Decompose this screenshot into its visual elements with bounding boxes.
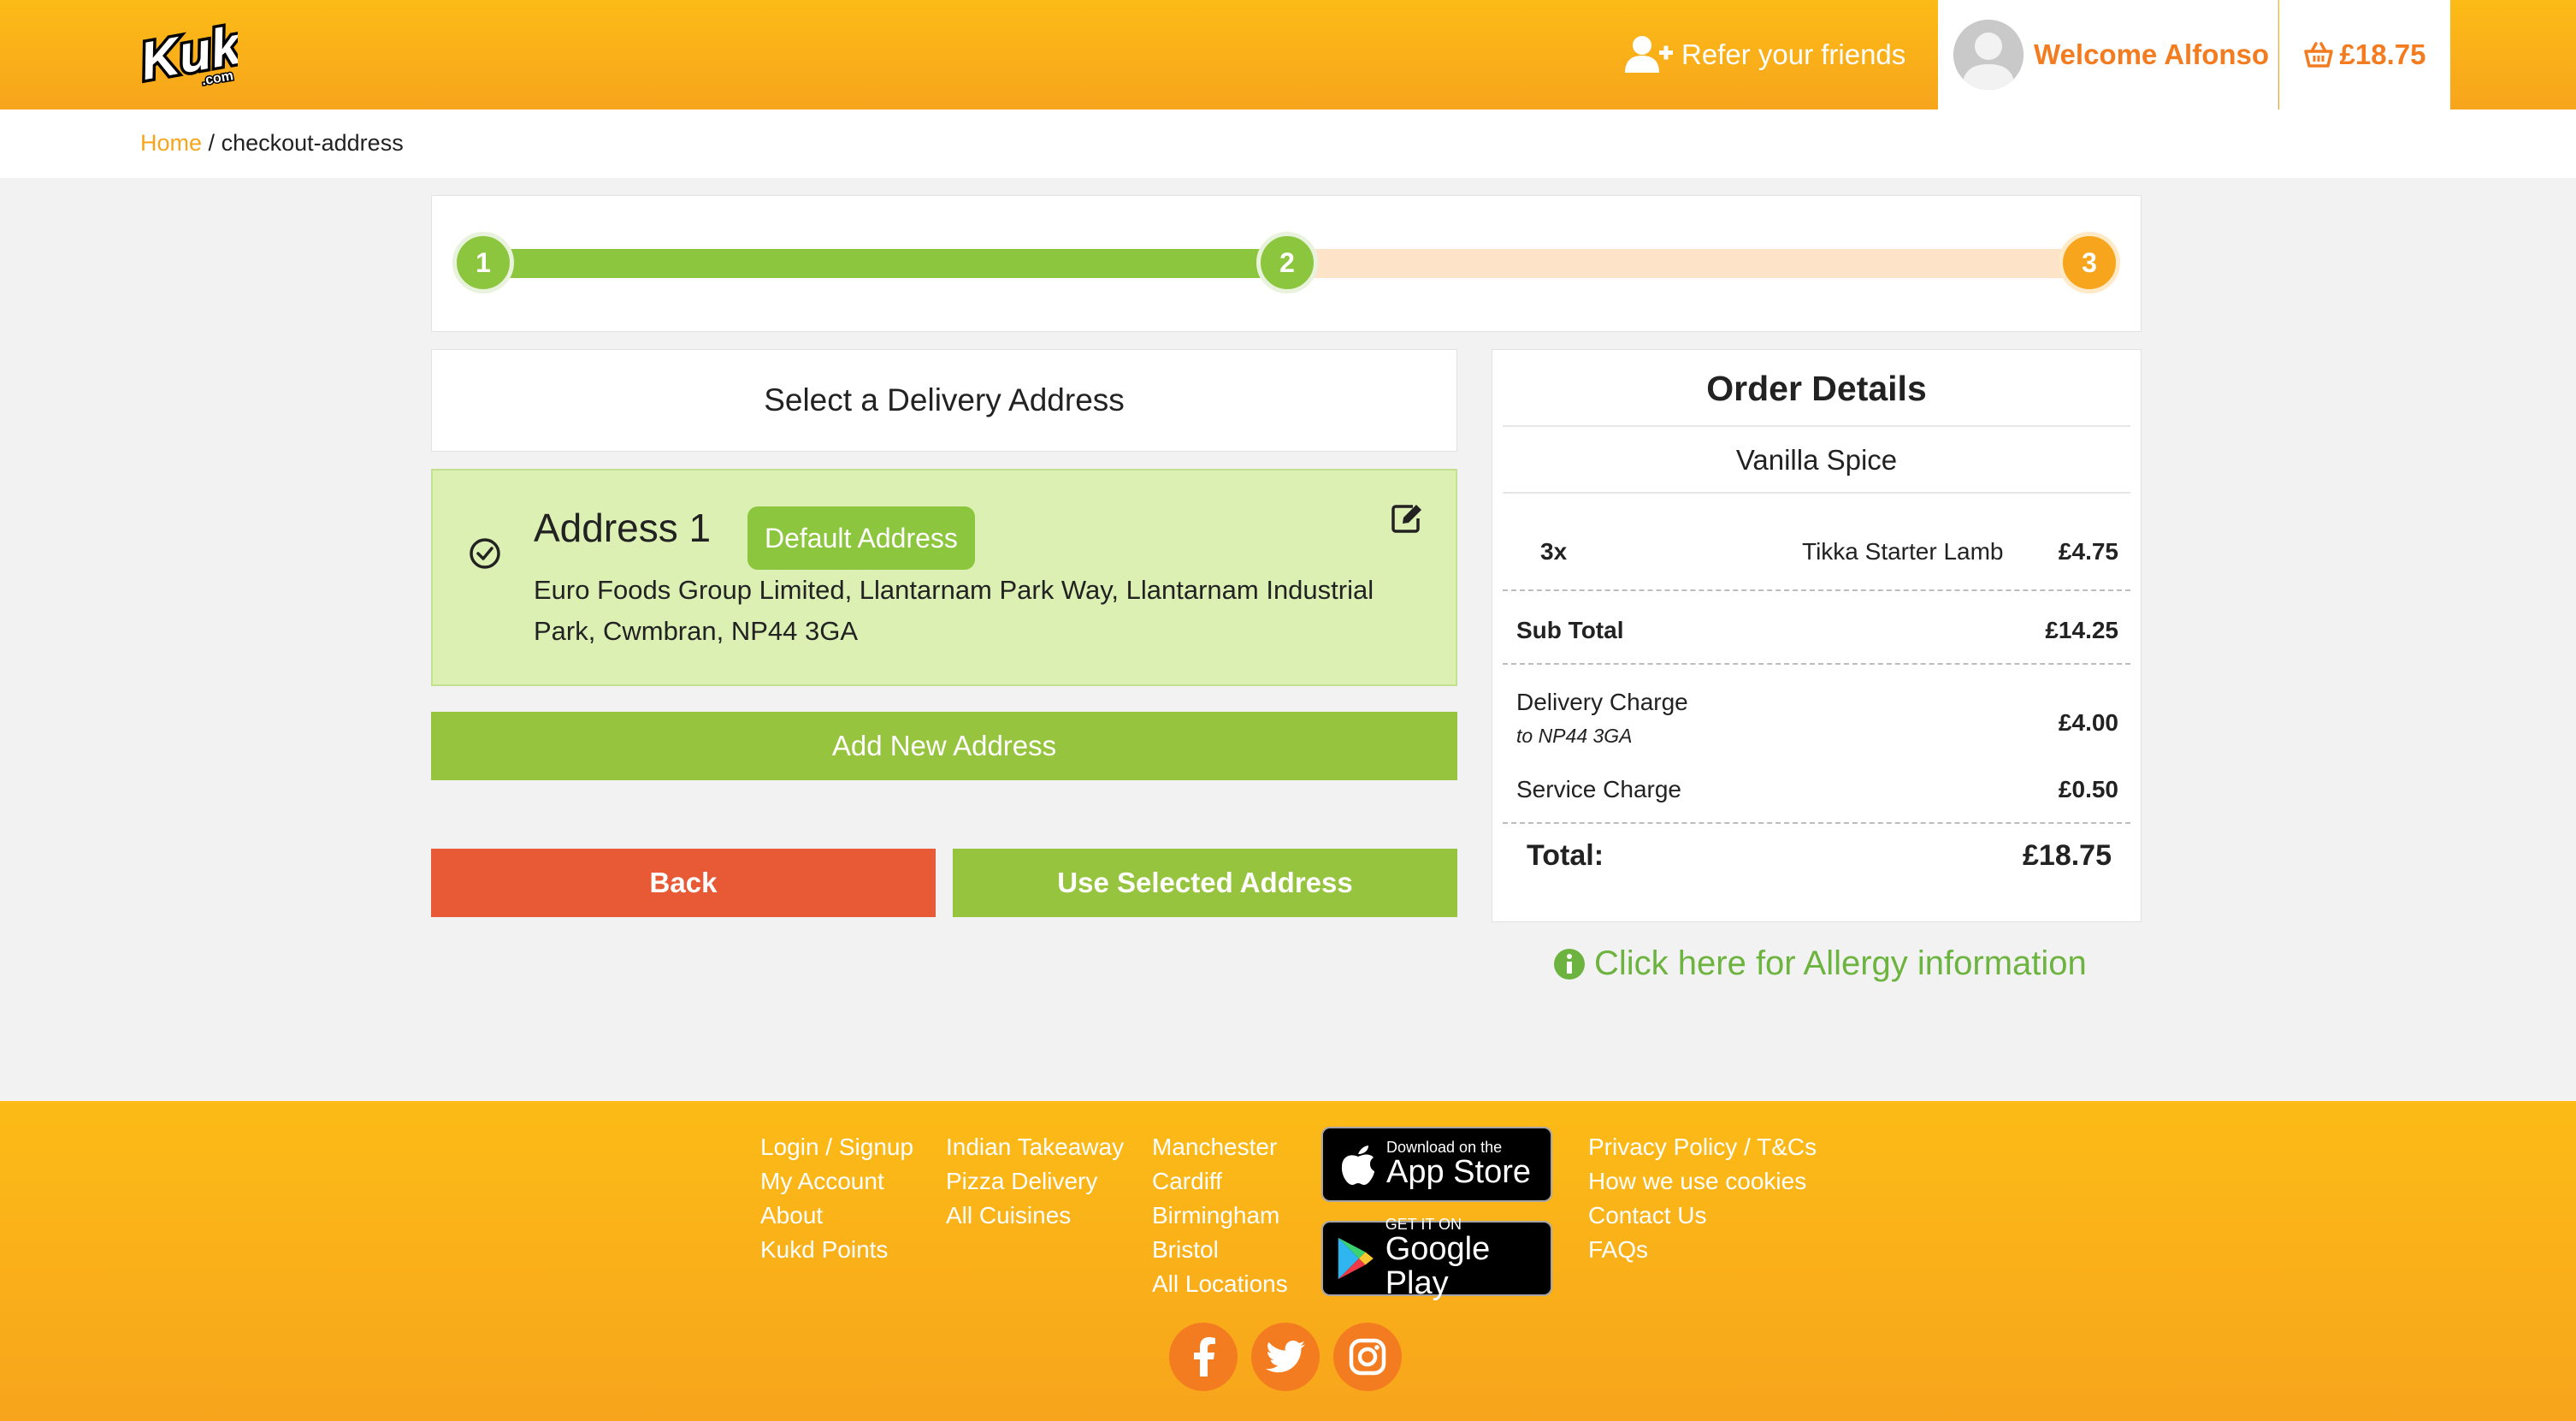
delivery-address-heading: Select a Delivery Address — [431, 349, 1457, 452]
divider — [1503, 589, 2130, 591]
refer-friends-link[interactable]: Refer your friends — [1625, 31, 1905, 79]
delivery-postcode-note: to NP44 3GA — [1516, 725, 1633, 747]
google-play-small-text: GET IT ON — [1385, 1216, 1462, 1233]
use-selected-address-button[interactable]: Use Selected Address — [953, 849, 1457, 917]
cart-button[interactable]: £18.75 — [2279, 0, 2450, 110]
breadcrumb: Home / checkout-address — [140, 130, 404, 157]
check-circle-icon — [470, 538, 500, 569]
divider — [1503, 492, 2130, 494]
avatar — [1953, 20, 2024, 90]
footer-link-cardiff[interactable]: Cardiff — [1152, 1164, 1288, 1199]
item-quantity: 3x — [1540, 538, 1568, 565]
breadcrumb-separator: / — [208, 130, 216, 156]
app-store-small-text: Download on the — [1386, 1139, 1503, 1156]
delivery-charge-row: Delivery Charge to NP44 3GA £4.00 — [1516, 689, 2118, 748]
breadcrumb-home-link[interactable]: Home — [140, 130, 202, 156]
app-store-big-text: App Store — [1386, 1154, 1531, 1190]
google-play-button[interactable]: GET IT ON Google Play — [1321, 1217, 1552, 1300]
footer-col-locations: Manchester Cardiff Birmingham Bristol Al… — [1152, 1130, 1288, 1301]
service-charge-value: £0.50 — [2058, 776, 2118, 802]
delivery-charge-label: Delivery Charge — [1516, 689, 1688, 715]
facebook-icon[interactable] — [1169, 1323, 1238, 1391]
add-new-address-button[interactable]: Add New Address — [431, 712, 1457, 780]
step-3: 3 — [2059, 232, 2120, 293]
total-value: £18.75 — [2023, 839, 2112, 872]
address-card[interactable]: Address 1 Default Address Euro Foods Gro… — [431, 469, 1457, 686]
info-icon — [1554, 948, 1585, 980]
subtotal-value: £14.25 — [2045, 617, 2118, 643]
site-header: Kukd .com Refer your friends Welcome Alf… — [0, 0, 2576, 110]
footer-link-kukd-points[interactable]: Kukd Points — [760, 1233, 913, 1267]
footer-link-all-locations[interactable]: All Locations — [1152, 1267, 1288, 1301]
address-name: Address 1 — [534, 506, 712, 550]
subtotal-label: Sub Total — [1516, 617, 1624, 643]
divider — [1503, 425, 2130, 427]
order-details-card: Order Details Vanilla Spice 3x Tikka Sta… — [1492, 349, 2142, 922]
subtotal-row: Sub Total £14.25 — [1516, 617, 2118, 644]
total-label: Total: — [1527, 839, 1604, 872]
divider — [1503, 822, 2130, 824]
footer-link-my-account[interactable]: My Account — [760, 1164, 913, 1199]
footer-link-about[interactable]: About — [760, 1199, 913, 1233]
breadcrumb-current: checkout-address — [221, 130, 404, 156]
divider — [1503, 663, 2130, 665]
footer-link-all-cuisines[interactable]: All Cuisines — [946, 1199, 1124, 1233]
basket-icon — [2303, 42, 2333, 68]
restaurant-name: Vanilla Spice — [1735, 444, 1898, 476]
total-row: Total: £18.75 — [1527, 839, 2112, 873]
order-details-title: Order Details — [1706, 369, 1927, 408]
address-text: Euro Foods Group Limited, Llantarnam Par… — [534, 575, 1374, 646]
refer-friends-label: Refer your friends — [1681, 38, 1906, 70]
welcome-label: Welcome Alfonso — [2034, 38, 2270, 70]
footer-link-manchester[interactable]: Manchester — [1152, 1130, 1288, 1164]
footer-link-indian-takeaway[interactable]: Indian Takeaway — [946, 1130, 1124, 1164]
cart-total: £18.75 — [2339, 38, 2426, 70]
footer-col-info: Privacy Policy / T&Cs How we use cookies… — [1588, 1130, 1817, 1267]
item-name: Tikka Starter Lamb — [1802, 538, 2004, 565]
progress-fill — [483, 249, 1287, 278]
allergy-info-label: Click here for Allergy information — [1594, 944, 2087, 982]
kukd-logo[interactable]: Kukd .com — [133, 7, 281, 94]
footer-link-cookies[interactable]: How we use cookies — [1588, 1164, 1817, 1199]
footer-link-privacy[interactable]: Privacy Policy / T&Cs — [1588, 1130, 1817, 1164]
footer-link-login[interactable]: Login / Signup — [760, 1130, 913, 1164]
back-button[interactable]: Back — [431, 849, 936, 917]
allergy-info-link[interactable]: Click here for Allergy information — [1553, 944, 2087, 983]
service-charge-label: Service Charge — [1516, 776, 1681, 802]
checkout-progress: 1 2 3 — [431, 195, 2142, 332]
footer-link-birmingham[interactable]: Birmingham — [1152, 1199, 1288, 1233]
delivery-charge-value: £4.00 — [2058, 709, 2118, 736]
add-user-icon — [1625, 36, 1673, 73]
service-charge-row: Service Charge £0.50 — [1516, 776, 2118, 803]
twitter-icon[interactable] — [1251, 1323, 1320, 1391]
item-price: £4.75 — [2058, 538, 2118, 565]
footer-col-account: Login / Signup My Account About Kukd Poi… — [760, 1130, 913, 1267]
default-address-badge: Default Address — [747, 506, 975, 570]
footer-link-pizza-delivery[interactable]: Pizza Delivery — [946, 1164, 1124, 1199]
app-store-button[interactable]: Download on the App Store — [1321, 1127, 1552, 1202]
step-1: 1 — [452, 232, 514, 293]
google-play-big-text: Google Play — [1385, 1231, 1491, 1301]
edit-icon[interactable] — [1391, 503, 1423, 534]
footer-link-faqs[interactable]: FAQs — [1588, 1233, 1817, 1267]
apple-icon — [1341, 1146, 1374, 1185]
google-play-icon — [1338, 1237, 1374, 1280]
footer-link-bristol[interactable]: Bristol — [1152, 1233, 1288, 1267]
footer-link-contact[interactable]: Contact Us — [1588, 1199, 1817, 1233]
instagram-icon[interactable] — [1333, 1323, 1402, 1391]
step-2: 2 — [1256, 232, 1318, 293]
account-menu[interactable]: Welcome Alfonso — [1938, 0, 2278, 110]
footer-col-cuisines: Indian Takeaway Pizza Delivery All Cuisi… — [946, 1130, 1124, 1233]
